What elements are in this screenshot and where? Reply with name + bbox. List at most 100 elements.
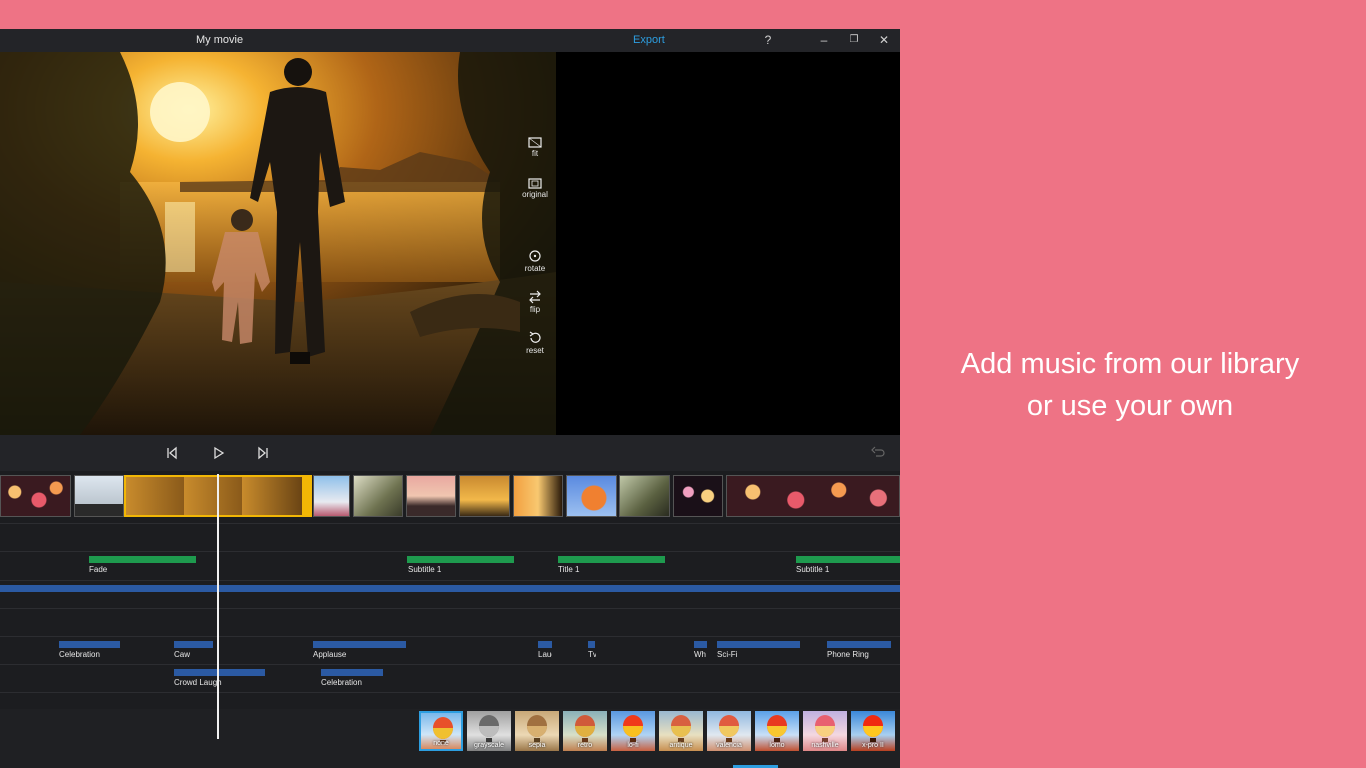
- filter-label: antique: [669, 742, 693, 749]
- sound-clip-bar[interactable]: [694, 641, 707, 648]
- tool-original[interactable]: original: [518, 177, 552, 199]
- playhead[interactable]: [217, 474, 219, 739]
- sound-clip-bar[interactable]: [827, 641, 891, 648]
- filter-lomo[interactable]: lomo: [755, 711, 799, 751]
- project-title: My movie: [196, 34, 244, 46]
- caption-line-1: Add music from our library: [960, 348, 1300, 380]
- video-editor-window: My movie Export ? – ❐ ✕ fit original rot…: [0, 29, 900, 768]
- clip-thumbnail[interactable]: [566, 475, 617, 517]
- filter-label: none: [433, 740, 449, 747]
- video-preview[interactable]: fit original rotate flip reset: [0, 52, 556, 435]
- filter-x-pro-ii[interactable]: x-pro II: [851, 711, 895, 751]
- tool-label: original: [522, 190, 548, 199]
- caption-line-2: or use your own: [1026, 390, 1234, 422]
- sound-clip-bar[interactable]: [59, 641, 120, 648]
- restore-button[interactable]: ❐: [846, 32, 862, 48]
- sound-clip-bar[interactable]: [321, 669, 383, 676]
- sound-clip-label: Celebration: [321, 678, 362, 687]
- filter-retro[interactable]: retro: [563, 711, 607, 751]
- sound-clip-label: Wh: [694, 650, 706, 659]
- title-bar: My movie Export ? – ❐ ✕: [0, 29, 900, 52]
- filter-grayscale[interactable]: grayscale: [467, 711, 511, 751]
- sound-clip-label: Phone Ring: [827, 650, 869, 659]
- clip-thumbnail[interactable]: [513, 475, 563, 517]
- play-icon[interactable]: [210, 445, 226, 461]
- track-lane: [0, 608, 900, 637]
- music-clip-bar[interactable]: [0, 585, 900, 592]
- filter-valencia[interactable]: valencia: [707, 711, 751, 751]
- text-clip-bar[interactable]: [407, 556, 514, 563]
- filter-antique[interactable]: antique: [659, 711, 703, 751]
- text-clip-label: Title 1: [558, 565, 580, 574]
- filter-sepia[interactable]: sepia: [515, 711, 559, 751]
- sound-clip-label: Celebration: [59, 650, 100, 659]
- filter-label: nashville: [811, 742, 839, 749]
- filter-label: lomo: [769, 742, 785, 749]
- tool-label: fit: [531, 149, 539, 158]
- clip-thumbnail[interactable]: [353, 475, 403, 517]
- export-button[interactable]: Export: [633, 34, 665, 46]
- tool-rotate[interactable]: rotate: [518, 249, 552, 273]
- skip-previous-icon[interactable]: [164, 445, 180, 461]
- filter-label: retro: [577, 742, 593, 749]
- sound-clip-bar[interactable]: [588, 641, 595, 648]
- clip-trim-handle[interactable]: [302, 475, 312, 517]
- sound-clip-bar[interactable]: [313, 641, 406, 648]
- text-clip-bar[interactable]: [89, 556, 196, 563]
- tool-flip[interactable]: flip: [518, 290, 552, 314]
- sound-clip-label: Laug: [538, 650, 552, 659]
- flip-icon: [529, 290, 541, 304]
- tool-label: rotate: [524, 264, 546, 273]
- track-lane: [0, 523, 900, 552]
- text-track[interactable]: Fade Subtitle 1 Title 1 Subtitle 1: [0, 551, 900, 581]
- tool-label: flip: [529, 305, 541, 314]
- preview-image: [0, 52, 556, 435]
- clip-thumbnail[interactable]: [406, 475, 456, 517]
- fit-icon: [528, 137, 542, 148]
- filter-label: x-pro II: [862, 742, 884, 749]
- text-clip-label: Fade: [89, 565, 108, 574]
- text-clip-bar[interactable]: [558, 556, 665, 563]
- sound-clip-label: Sci-Fi: [717, 650, 738, 659]
- sound-clip-bar[interactable]: [717, 641, 800, 648]
- clip-thumbnail[interactable]: [726, 475, 900, 517]
- preview-letterbox: [556, 52, 900, 435]
- music-track[interactable]: [0, 580, 900, 609]
- clip-thumbnail[interactable]: [313, 475, 350, 517]
- filter-strip: none grayscale sepia retro lo-fi antique…: [0, 709, 900, 768]
- sound-clip-bar[interactable]: [174, 669, 265, 676]
- sound-clip-bar[interactable]: [174, 641, 213, 648]
- video-track[interactable]: [0, 474, 900, 520]
- sound-clip-bar[interactable]: [538, 641, 552, 648]
- original-icon: [528, 178, 542, 189]
- clip-thumbnail[interactable]: [619, 475, 670, 517]
- minimize-button[interactable]: –: [816, 32, 832, 48]
- clip-thumbnail[interactable]: [74, 475, 124, 517]
- clip-thumbnail[interactable]: [0, 475, 71, 517]
- sound-effects-track[interactable]: Celebration Caw Applause Laug Tv Wh Sci-…: [0, 636, 900, 665]
- skip-next-icon[interactable]: [255, 445, 271, 461]
- filter-none[interactable]: none: [419, 711, 463, 751]
- promo-caption: Add music from our library or use your o…: [912, 343, 1348, 427]
- filter-lo-fi[interactable]: lo-fi: [611, 711, 655, 751]
- filter-nashville[interactable]: nashville: [803, 711, 847, 751]
- filter-label: lo-fi: [627, 742, 639, 749]
- tool-reset[interactable]: reset: [518, 331, 552, 355]
- clip-thumbnail[interactable]: [673, 475, 723, 517]
- rotate-icon: [529, 250, 541, 262]
- help-button[interactable]: ?: [760, 32, 776, 48]
- sound-clip-label: Tv: [588, 650, 596, 659]
- sound-effects-track[interactable]: Crowd Laugh Celebration: [0, 664, 900, 693]
- sound-clip-label: Caw: [174, 650, 191, 659]
- reset-icon: [529, 331, 541, 343]
- tool-label: reset: [526, 346, 544, 355]
- tool-fit[interactable]: fit: [518, 136, 552, 158]
- track-lane: [0, 692, 900, 710]
- text-clip-label: Subtitle 1: [796, 565, 830, 574]
- selected-clip[interactable]: [124, 475, 304, 517]
- undo-icon[interactable]: [870, 445, 886, 461]
- close-button[interactable]: ✕: [876, 32, 892, 48]
- sound-clip-label: Crowd Laugh: [174, 678, 222, 687]
- text-clip-bar[interactable]: [796, 556, 900, 563]
- clip-thumbnail[interactable]: [459, 475, 510, 517]
